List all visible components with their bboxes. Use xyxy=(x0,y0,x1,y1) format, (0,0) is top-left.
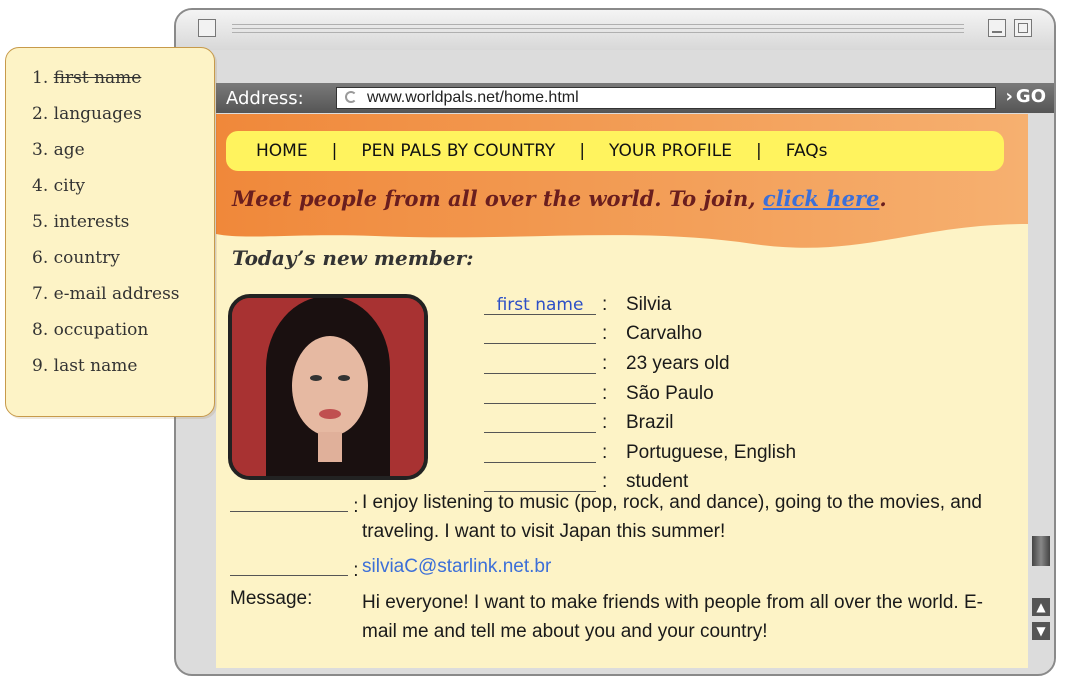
window-menu-icon[interactable] xyxy=(198,19,216,37)
word-item: 6. country xyxy=(32,248,120,268)
message-text: Hi everyone! I want to make friends with… xyxy=(362,592,983,642)
nav-your-profile[interactable]: YOUR PROFILE xyxy=(609,141,732,161)
url-input[interactable]: www.worldpals.net/home.html xyxy=(336,87,996,109)
nav-home[interactable]: HOME xyxy=(256,141,308,161)
maximize-icon[interactable] xyxy=(1014,19,1032,37)
field-value: Carvalho xyxy=(626,323,703,345)
word-item: 8. occupation xyxy=(32,320,149,340)
interests-text: I enjoy listening to music (pop, rock, a… xyxy=(362,492,982,542)
field-row: : 23 years old xyxy=(484,349,796,379)
answer-blank[interactable] xyxy=(484,443,596,463)
word-item: 4. city xyxy=(32,176,86,196)
member-photo-illustration xyxy=(232,298,424,476)
tagline-suffix: . xyxy=(879,186,887,211)
word-item: 1. first name xyxy=(32,68,142,88)
answer-blank[interactable] xyxy=(230,492,348,512)
chevron-right-icon: › xyxy=(1005,86,1013,107)
address-bar: Address: www.worldpals.net/home.html › GO xyxy=(216,83,1054,113)
word-item: 7. e-mail address xyxy=(32,284,180,304)
tagline-text: Meet people from all over the world. To … xyxy=(232,186,756,211)
scroll-down-icon[interactable]: ▼ xyxy=(1032,622,1050,640)
member-details: : I enjoy listening to music (pop, rock,… xyxy=(230,488,1010,652)
answer-blank[interactable] xyxy=(484,413,596,434)
go-label: GO xyxy=(1015,86,1046,107)
field-value: 23 years old xyxy=(626,352,730,374)
nav-faqs[interactable]: FAQs xyxy=(786,141,828,161)
word-item: 5. interests xyxy=(32,212,130,232)
field-value: Portuguese, English xyxy=(626,441,797,463)
go-button[interactable]: › GO xyxy=(1006,86,1047,107)
field-value: Brazil xyxy=(626,412,674,434)
word-item: 9. last name xyxy=(32,356,138,376)
email-row: : silviaC@starlink.net.br xyxy=(230,552,1010,582)
nav-pen-pals-by-country[interactable]: PEN PALS BY COUNTRY xyxy=(361,141,555,161)
word-list-note: 1. first name 2. languages 3. age 4. cit… xyxy=(5,47,215,417)
interests-row: : I enjoy listening to music (pop, rock,… xyxy=(230,488,1010,546)
title-bar xyxy=(176,10,1054,50)
join-link[interactable]: click here xyxy=(763,186,879,211)
word-item: 3. age xyxy=(32,140,85,160)
answer-blank[interactable] xyxy=(484,384,596,404)
field-row: : Brazil xyxy=(484,408,796,438)
browser-window: Address: www.worldpals.net/home.html › GO… xyxy=(174,8,1056,676)
nav-separator: | xyxy=(756,141,762,161)
new-member-heading: Today’s new member: xyxy=(232,246,474,270)
answer-blank[interactable] xyxy=(230,556,348,576)
nav-separator: | xyxy=(331,141,338,161)
answer-blank[interactable] xyxy=(484,324,596,345)
reload-icon[interactable] xyxy=(345,91,357,103)
field-row: : Carvalho xyxy=(484,320,796,350)
answer-blank[interactable] xyxy=(484,354,596,374)
member-photo xyxy=(228,294,428,480)
message-label: Message: xyxy=(230,588,313,609)
field-row: : São Paulo xyxy=(484,379,796,409)
vertical-scrollbar[interactable]: ▲ ▼ xyxy=(1028,114,1054,668)
join-tagline: Meet people from all over the world. To … xyxy=(232,186,887,211)
url-text: www.worldpals.net/home.html xyxy=(367,89,579,106)
word-item: 2. languages xyxy=(32,104,142,124)
field-value: Silvia xyxy=(626,293,672,315)
answer-blank[interactable]: first name xyxy=(484,295,596,315)
scroll-up-icon[interactable]: ▲ xyxy=(1032,598,1050,616)
nav-separator: | xyxy=(579,141,586,161)
member-fields: first name : Silvia : Carvalho : 23 year… xyxy=(484,290,796,497)
scroll-thumb[interactable] xyxy=(1032,536,1050,566)
message-row: Message: Hi everyone! I want to make fri… xyxy=(230,588,1010,646)
site-nav: HOME | PEN PALS BY COUNTRY | YOUR PROFIL… xyxy=(226,131,1004,171)
field-row: first name : Silvia xyxy=(484,290,796,320)
page-content: HOME | PEN PALS BY COUNTRY | YOUR PROFIL… xyxy=(216,114,1028,668)
field-value: São Paulo xyxy=(626,382,714,404)
title-bar-stripes xyxy=(232,24,964,36)
address-label: Address: xyxy=(226,87,304,109)
field-row: : Portuguese, English xyxy=(484,438,796,468)
email-link[interactable]: silviaC@starlink.net.br xyxy=(362,552,992,582)
minimize-icon[interactable] xyxy=(988,19,1006,37)
